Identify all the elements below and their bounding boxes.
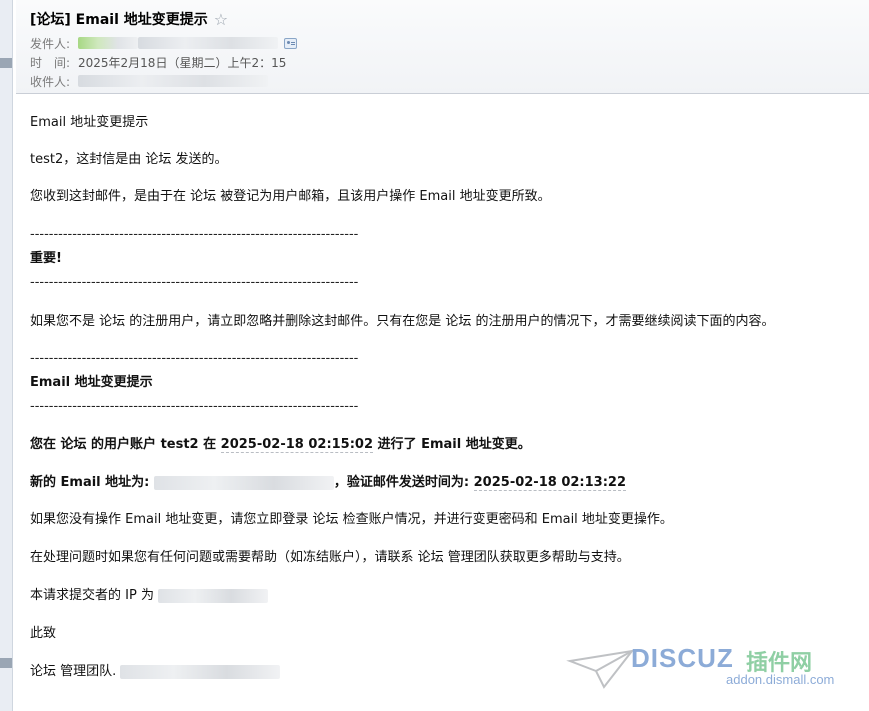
section-title: Email 地址变更提示	[30, 375, 153, 390]
time-label: 时 间:	[30, 55, 71, 70]
email-subject: [论坛] Email 地址变更提示	[30, 12, 208, 28]
to-row: 收件人:	[30, 72, 268, 90]
star-icon[interactable]: ☆	[214, 10, 228, 29]
edge-mark	[0, 58, 12, 68]
to-label: 收件人:	[30, 74, 71, 89]
time-row: 时 间: 2025年2月18日（星期二）上午2：15	[30, 53, 286, 71]
closing-text: 此致	[30, 626, 57, 641]
divider: ----------------------------------------…	[30, 275, 359, 290]
redacted-recipient	[78, 75, 268, 87]
signature-text: 论坛 管理团队.	[30, 664, 117, 679]
change-line-prefix: 您在 论坛 的用户账户 test2 在	[30, 437, 221, 452]
from-label: 发件人:	[30, 36, 71, 51]
new-email-label: 新的 Email 地址为:	[30, 475, 150, 490]
verify-label: ，验证邮件发送时间为:	[333, 475, 474, 490]
redacted-sender-address	[138, 37, 278, 49]
change-line-suffix: 进行了 Email 地址变更。	[373, 437, 531, 452]
contact-card-icon[interactable]	[284, 37, 297, 49]
change-time: 2025-02-18 02:15:02	[220, 437, 374, 453]
change-line: 您在 论坛 的用户账户 test2 在 2025-02-18 02:15:02 …	[30, 436, 531, 454]
window-left-edge	[0, 0, 13, 711]
body-heading: Email 地址变更提示	[30, 115, 149, 130]
redacted-signature-link	[120, 664, 281, 679]
watermark-url: addon.dismall.com	[726, 672, 835, 687]
important-label: 重要!	[30, 251, 62, 266]
redacted-ip	[158, 588, 269, 603]
time-value: 2025年2月18日（星期二）上午2：15	[78, 55, 287, 70]
help-text: 在处理问题时如果您有任何问题或需要帮助（如冻结账户），请联系 论坛 管理团队获取…	[30, 550, 630, 565]
redacted-sender-name	[78, 37, 138, 49]
divider: ----------------------------------------…	[30, 227, 359, 242]
ip-label: 本请求提交者的 IP 为	[30, 588, 154, 603]
verify-time: 2025-02-18 02:13:22	[473, 475, 626, 491]
watermark-cn: 插件网	[746, 651, 813, 676]
reason-text: 您收到这封邮件，是由于在 论坛 被登记为用户邮箱，且该用户操作 Email 地址…	[30, 189, 551, 204]
redacted-new-email	[153, 475, 334, 490]
warning-text: 如果您不是 论坛 的注册用户，请立即忽略并删除这封邮件。只有在您是 论坛 的注册…	[30, 314, 775, 329]
new-email-line: 新的 Email 地址为: ，验证邮件发送时间为: 2025-02-18 02:…	[30, 474, 626, 492]
divider: ----------------------------------------…	[30, 399, 359, 414]
email-header: [论坛] Email 地址变更提示 ☆ 发件人: 时 间: 2025年2月18日…	[16, 0, 869, 94]
greeting-text: test2，这封信是由 论坛 发送的。	[30, 152, 228, 167]
not-you-text: 如果您没有操作 Email 地址变更，请您立即登录 论坛 检查账户情况，并进行变…	[30, 512, 673, 527]
paper-plane-icon	[566, 649, 635, 689]
ip-line: 本请求提交者的 IP 为	[30, 587, 269, 605]
email-subject-row: [论坛] Email 地址变更提示 ☆	[30, 9, 228, 29]
edge-mark	[0, 658, 12, 668]
from-row: 发件人:	[30, 34, 297, 52]
watermark-brand: DISCUZ	[631, 643, 734, 673]
signature-line: 论坛 管理团队.	[30, 663, 281, 681]
watermark: DISCUZ 插件网 addon.dismall.com	[566, 641, 851, 693]
divider: ----------------------------------------…	[30, 351, 359, 366]
